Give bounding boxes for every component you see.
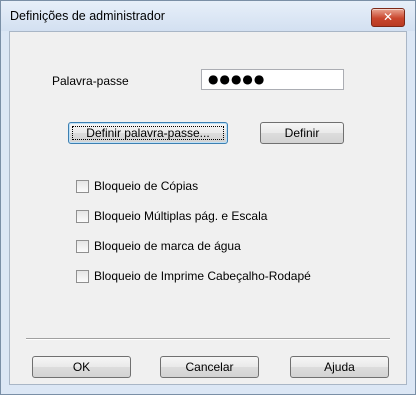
- admin-settings-dialog: Definições de administrador ✕ Palavra-pa…: [0, 0, 416, 395]
- define-button-label: Definir: [284, 126, 320, 140]
- close-button[interactable]: ✕: [371, 8, 405, 27]
- title-bar[interactable]: Definições de administrador ✕: [1, 1, 415, 31]
- checkbox-watermark-lock-label: Bloqueio de marca de água: [94, 239, 241, 253]
- checkbox-header-footer-lock-label: Bloqueio de Imprime Cabeçalho-Rodapé: [94, 269, 311, 283]
- ok-button[interactable]: OK: [32, 356, 131, 378]
- ok-button-label: OK: [72, 360, 91, 374]
- cancel-button-label: Cancelar: [185, 360, 234, 374]
- password-field[interactable]: ●●●●●: [201, 69, 344, 90]
- dialog-content: Palavra-passe ●●●●● Definir palavra-pass…: [9, 31, 407, 385]
- close-icon: ✕: [382, 10, 394, 24]
- checkbox-copy-lock-label: Bloqueio de Cópias: [94, 179, 199, 193]
- help-button-label: Ajuda: [324, 360, 355, 374]
- checkbox-box[interactable]: [76, 240, 89, 253]
- password-label: Palavra-passe: [52, 74, 129, 88]
- checkbox-box[interactable]: [76, 270, 89, 283]
- cancel-button[interactable]: Cancelar: [160, 356, 259, 378]
- dialog-title: Definições de administrador: [10, 9, 165, 23]
- separator: [26, 338, 390, 340]
- set-password-button[interactable]: Definir palavra-passe...: [68, 122, 228, 144]
- checkbox-box[interactable]: [76, 210, 89, 223]
- checkbox-multipage-scale-lock-label: Bloqueio Múltiplas pág. e Escala: [94, 209, 268, 223]
- set-password-button-label: Definir palavra-passe...: [86, 126, 210, 140]
- define-button[interactable]: Definir: [260, 122, 344, 144]
- checkbox-box[interactable]: [76, 180, 89, 193]
- help-button[interactable]: Ajuda: [290, 356, 389, 378]
